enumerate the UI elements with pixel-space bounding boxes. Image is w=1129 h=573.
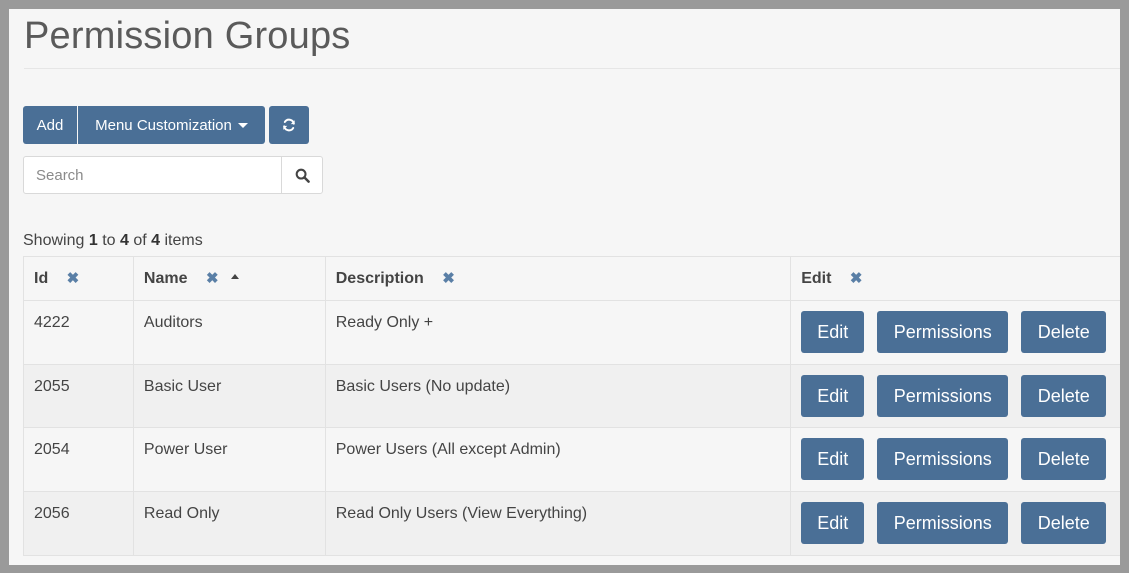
edit-button[interactable]: Edit <box>801 438 865 480</box>
title-divider <box>24 68 1120 69</box>
column-label-description: Description <box>335 270 424 287</box>
cell-description: Read Only Users (View Everything) <box>324 491 792 556</box>
delete-button[interactable]: Delete <box>1021 311 1107 353</box>
showing-from: 1 <box>88 232 98 249</box>
permissions-button[interactable]: Permissions <box>877 438 1009 480</box>
cell-actions: Edit Permissions Delete <box>790 300 1120 365</box>
permission-groups-table: Id ✖ Name ✖ Description ✖ Edit ✖ 4222 Au… <box>23 256 1120 556</box>
refresh-icon <box>283 118 295 132</box>
cell-description: Basic Users (No update) <box>324 364 792 428</box>
permissions-button[interactable]: Permissions <box>877 375 1009 417</box>
pagination-summary: Showing 1 to 4 of 4 items <box>23 232 203 250</box>
showing-total: 4 <box>151 232 161 249</box>
permissions-button[interactable]: Permissions <box>877 502 1009 544</box>
table-row: 2056 Read Only Read Only Users (View Eve… <box>23 491 1120 556</box>
cell-actions: Edit Permissions Delete <box>790 364 1120 428</box>
search-input[interactable] <box>23 156 282 194</box>
cell-description: Power Users (All except Admin) <box>324 427 792 492</box>
delete-button[interactable]: Delete <box>1021 375 1107 417</box>
column-label-id: Id <box>34 270 49 287</box>
table-row: 4222 Auditors Ready Only + Edit Permissio… <box>23 300 1120 365</box>
cell-actions: Edit Permissions Delete <box>790 427 1120 492</box>
cell-name: Power User <box>132 427 326 492</box>
showing-prefix: Showing <box>23 232 85 249</box>
clear-filter-icon[interactable]: ✖ <box>442 270 455 287</box>
permissions-button[interactable]: Permissions <box>877 311 1009 353</box>
add-button[interactable]: Add <box>23 106 77 144</box>
refresh-button[interactable] <box>269 106 309 144</box>
cell-description: Ready Only + <box>324 300 792 365</box>
table-header-row: Id ✖ Name ✖ Description ✖ Edit ✖ <box>23 256 1120 301</box>
column-header-id[interactable]: Id ✖ <box>23 256 134 301</box>
delete-button[interactable]: Delete <box>1021 502 1107 544</box>
edit-button[interactable]: Edit <box>801 502 865 544</box>
menu-customization-label: Menu Customization <box>95 116 232 134</box>
edit-button[interactable]: Edit <box>801 375 865 417</box>
clear-filter-icon[interactable]: ✖ <box>67 270 80 287</box>
showing-to-word: to <box>102 232 116 249</box>
cell-id: 4222 <box>23 300 134 365</box>
cell-id: 2055 <box>23 364 134 428</box>
showing-of-word: of <box>133 232 147 249</box>
search-group <box>23 156 323 194</box>
clear-filter-icon[interactable]: ✖ <box>850 270 863 287</box>
showing-suffix: items <box>164 232 203 249</box>
page-title: Permission Groups <box>24 15 351 57</box>
edit-button[interactable]: Edit <box>801 311 865 353</box>
delete-button[interactable]: Delete <box>1021 438 1107 480</box>
menu-customization-dropdown[interactable]: Menu Customization <box>78 106 265 144</box>
permission-groups-panel: Permission Groups Add Menu Customization <box>9 9 1120 565</box>
table-row: 2055 Basic User Basic Users (No update) … <box>23 364 1120 428</box>
sort-ascending-icon[interactable] <box>230 274 239 280</box>
caret-down-icon <box>237 122 248 128</box>
column-header-description[interactable]: Description ✖ <box>324 256 792 301</box>
search-icon <box>295 168 310 183</box>
cell-id: 2056 <box>23 491 134 556</box>
clear-filter-icon[interactable]: ✖ <box>206 270 219 287</box>
cell-name: Basic User <box>132 364 326 428</box>
showing-to: 4 <box>119 232 129 249</box>
cell-id: 2054 <box>23 427 134 492</box>
column-label-name: Name <box>143 270 188 287</box>
cell-name: Auditors <box>132 300 326 365</box>
column-header-edit[interactable]: Edit ✖ <box>790 256 1120 301</box>
search-button[interactable] <box>281 156 323 194</box>
cell-name: Read Only <box>132 491 326 556</box>
column-header-name[interactable]: Name ✖ <box>132 256 326 301</box>
table-row: 2054 Power User Power Users (All except … <box>23 427 1120 492</box>
column-label-edit: Edit <box>801 270 832 287</box>
cell-actions: Edit Permissions Delete <box>790 491 1120 556</box>
